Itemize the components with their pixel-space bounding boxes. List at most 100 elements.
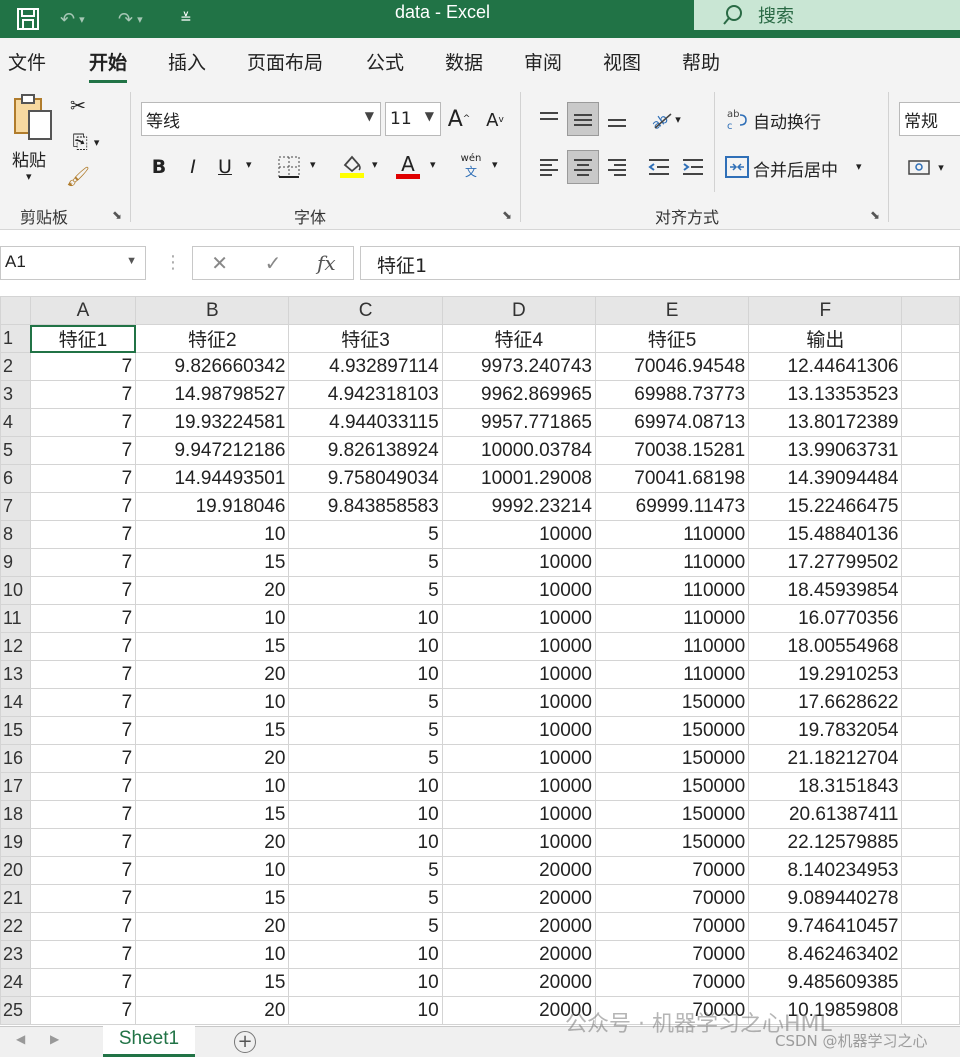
cell-c17[interactable]: 10 (288, 772, 443, 801)
cell-f3[interactable]: 13.13353523 (748, 380, 903, 409)
cell-c16[interactable]: 5 (288, 744, 443, 773)
cell-e1[interactable]: 特征5 (594, 324, 750, 353)
cell-d4[interactable]: 9957.771865 (441, 408, 596, 437)
tab-insert[interactable]: 插入 (168, 48, 206, 75)
cell-e14[interactable]: 150000 (594, 688, 750, 717)
cell-a8[interactable]: 7 (29, 520, 137, 549)
formula-input[interactable]: 特征1 (360, 246, 960, 280)
cell-g22[interactable] (901, 912, 960, 941)
cell-a13[interactable]: 7 (29, 660, 137, 689)
row-header[interactable]: 19 (0, 828, 31, 857)
cell-e5[interactable]: 70038.15281 (594, 436, 750, 465)
cell-b7[interactable]: 19.918046 (135, 492, 290, 521)
row-header[interactable]: 16 (0, 744, 31, 773)
align-right-icon[interactable] (601, 150, 633, 184)
cell-f5[interactable]: 13.99063731 (748, 436, 903, 465)
cell-g16[interactable] (901, 744, 960, 773)
row-header[interactable]: 13 (0, 660, 31, 689)
cell-f9[interactable]: 17.27799502 (748, 548, 903, 577)
row-header[interactable]: 24 (0, 968, 31, 997)
row-header[interactable]: 18 (0, 800, 31, 829)
cell-g2[interactable] (901, 352, 960, 381)
tab-home[interactable]: 开始 (89, 48, 128, 83)
cell-e8[interactable]: 110000 (594, 520, 750, 549)
cell-c19[interactable]: 10 (288, 828, 443, 857)
column-header-d[interactable]: D (441, 296, 596, 325)
cell-c22[interactable]: 5 (288, 912, 443, 941)
font-color-icon[interactable]: A (394, 150, 422, 182)
row-header[interactable]: 5 (0, 436, 31, 465)
row-header[interactable]: 8 (0, 520, 31, 549)
cell-c11[interactable]: 10 (288, 604, 443, 633)
merge-center-icon[interactable] (724, 154, 750, 180)
cell-f2[interactable]: 12.44641306 (748, 352, 903, 381)
column-header-c[interactable]: C (288, 296, 443, 325)
save-icon[interactable] (16, 0, 40, 38)
add-sheet-icon[interactable]: + (234, 1031, 256, 1053)
tab-page-layout[interactable]: 页面布局 (247, 48, 323, 75)
font-launcher-icon[interactable]: ⬊ (502, 208, 512, 222)
chevron-down-icon[interactable]: ▾ (492, 158, 498, 171)
cell-f24[interactable]: 9.485609385 (748, 968, 903, 997)
cell-f11[interactable]: 16.0770356 (748, 604, 903, 633)
formula-bar-grip-icon[interactable]: ⋮ (164, 252, 182, 273)
cancel-icon[interactable]: ✕ (193, 251, 246, 275)
cell-a19[interactable]: 7 (29, 828, 137, 857)
cell-b18[interactable]: 15 (135, 800, 290, 829)
row-header[interactable]: 12 (0, 632, 31, 661)
cell-d5[interactable]: 10000.03784 (441, 436, 596, 465)
cell-f23[interactable]: 8.462463402 (748, 940, 903, 969)
cell-f21[interactable]: 9.089440278 (748, 884, 903, 913)
cell-a6[interactable]: 7 (29, 464, 137, 493)
cut-icon[interactable]: ✂ (66, 94, 90, 118)
row-header[interactable]: 4 (0, 408, 31, 437)
cell-a10[interactable]: 7 (29, 576, 137, 605)
cell-e16[interactable]: 150000 (594, 744, 750, 773)
italic-button[interactable]: I (180, 152, 206, 182)
column-header-a[interactable]: A (29, 296, 137, 325)
cell-c21[interactable]: 5 (288, 884, 443, 913)
font-name-select[interactable]: 等线 ▼ (141, 102, 381, 136)
cell-b25[interactable]: 20 (135, 996, 290, 1025)
enter-icon[interactable]: ✓ (246, 251, 299, 275)
customize-quick-access-icon[interactable]: ≚ (180, 0, 192, 38)
cell-d8[interactable]: 10000 (441, 520, 596, 549)
cell-a24[interactable]: 7 (29, 968, 137, 997)
cell-g21[interactable] (901, 884, 960, 913)
cell-f8[interactable]: 15.48840136 (748, 520, 903, 549)
increase-indent-icon[interactable] (678, 150, 708, 184)
cell-d14[interactable]: 10000 (441, 688, 596, 717)
cell-c25[interactable]: 10 (288, 996, 443, 1025)
alignment-launcher-icon[interactable]: ⬊ (870, 208, 880, 222)
cell-e22[interactable]: 70000 (594, 912, 750, 941)
cell-e21[interactable]: 70000 (594, 884, 750, 913)
cell-f1[interactable]: 输出 (748, 324, 903, 353)
tab-review[interactable]: 审阅 (524, 48, 562, 75)
cell-g19[interactable] (901, 828, 960, 857)
cell-c9[interactable]: 5 (288, 548, 443, 577)
fill-color-icon[interactable] (338, 150, 366, 182)
cell-g10[interactable] (901, 576, 960, 605)
cell-d6[interactable]: 10001.29008 (441, 464, 596, 493)
cell-a4[interactable]: 7 (29, 408, 137, 437)
cell-c12[interactable]: 10 (288, 632, 443, 661)
cell-d17[interactable]: 10000 (441, 772, 596, 801)
decrease-font-icon[interactable]: Av (482, 106, 508, 134)
row-header[interactable]: 20 (0, 856, 31, 885)
format-painter-icon[interactable]: 🖌 (66, 164, 90, 188)
cell-f19[interactable]: 22.12579885 (748, 828, 903, 857)
align-top-icon[interactable] (533, 102, 565, 136)
search-box[interactable]: 搜索 (694, 0, 960, 30)
cell-c23[interactable]: 10 (288, 940, 443, 969)
cell-b10[interactable]: 20 (135, 576, 290, 605)
cell-g18[interactable] (901, 800, 960, 829)
borders-icon[interactable] (276, 152, 302, 182)
cell-b2[interactable]: 9.826660342 (135, 352, 290, 381)
cell-e12[interactable]: 110000 (594, 632, 750, 661)
cell-b3[interactable]: 14.98798527 (135, 380, 290, 409)
cell-b22[interactable]: 20 (135, 912, 290, 941)
select-all-corner[interactable] (0, 296, 31, 325)
wrap-text-button[interactable]: 自动换行 (753, 108, 821, 133)
cell-g4[interactable] (901, 408, 960, 437)
undo-icon[interactable]: ↶ ▾ (60, 0, 85, 38)
